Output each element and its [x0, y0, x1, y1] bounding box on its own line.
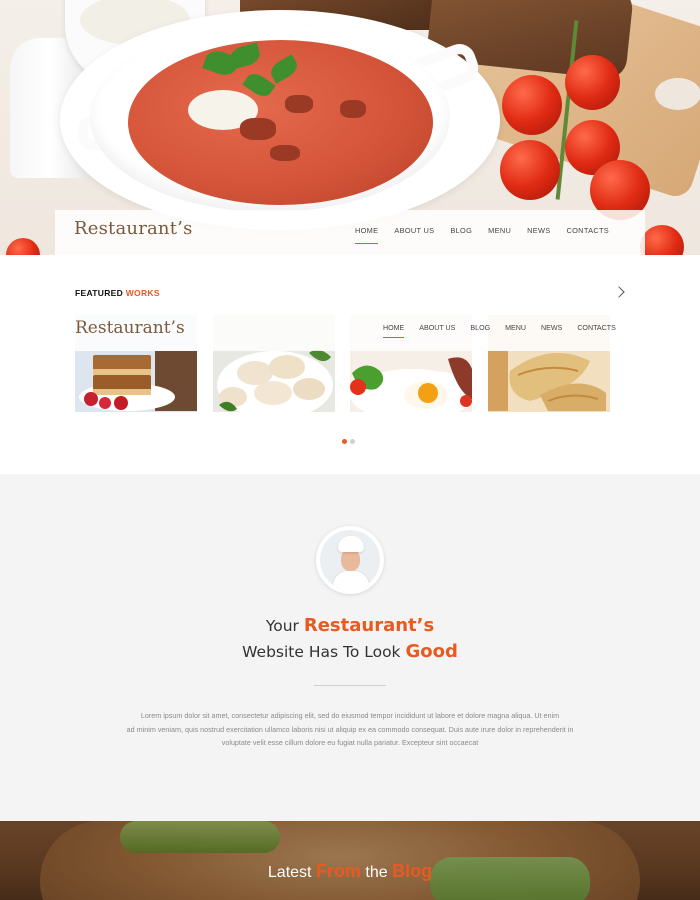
slider-logo: Restaurant’s: [75, 318, 185, 338]
nav-item-contacts[interactable]: CONTACTS: [567, 226, 610, 241]
site-header: Restaurant’s HOME ABOUT US BLOG MENU NEW…: [55, 210, 645, 255]
slider-nav-about-us: ABOUT US: [419, 324, 456, 332]
slider-nav-news: NEWS: [541, 324, 563, 332]
thumbnail-top-fade: [213, 315, 335, 351]
about-paragraph-line-3: voluptate velit esse cillum dolore eu fu…: [221, 738, 479, 747]
nav-item-about-us[interactable]: ABOUT US: [394, 226, 434, 241]
chef-face: [341, 549, 360, 571]
cutting-board-hole: [655, 78, 700, 110]
cherry-tomato: [502, 75, 562, 135]
nav-item-blog[interactable]: BLOG: [450, 226, 472, 241]
carousel-dots: [342, 439, 355, 444]
about-headline-line-2: Website Has To Look Good: [0, 641, 700, 662]
slider-nav-blog: BLOG: [470, 324, 491, 332]
slider-nav-menu: MENU: [505, 324, 527, 332]
about-paragraph-line-1: Lorem ipsum dolor sit amet, consectetur …: [140, 711, 560, 720]
slider-nav-contacts: CONTACTS: [577, 324, 616, 332]
headline-line2-accent: Good: [405, 641, 458, 662]
blog-title-part-1: Latest: [267, 864, 316, 881]
about-section: Your Restaurant’s Website Has To Look Go…: [0, 474, 700, 821]
hero-banner: Restaurant’s HOME ABOUT US BLOG MENU NEW…: [0, 0, 700, 255]
cherry-tomato: [565, 55, 620, 110]
blog-title-part-2: the: [360, 864, 393, 881]
thumbnail-top-fade: [488, 315, 610, 351]
meat-piece: [240, 118, 276, 140]
chef-jacket: [332, 570, 370, 590]
featured-works-title: FEATURED WORKS: [75, 288, 160, 298]
featured-title-prefix: FEATURED: [75, 288, 126, 298]
thumbnail-dumplings[interactable]: [213, 315, 335, 412]
blog-title-accent-2: Blog: [392, 861, 433, 881]
headline-line1-accent: Restaurant’s: [303, 615, 435, 636]
site-logo[interactable]: Restaurant’s: [74, 218, 193, 239]
headline-line1-prefix: Your: [265, 617, 304, 635]
featured-title-accent: WORKS: [125, 288, 160, 298]
slider-nav-home: HOME: [383, 324, 405, 338]
divider: [314, 685, 386, 686]
thumbnail-top-fade: [350, 315, 472, 351]
cherry-tomato: [500, 140, 560, 200]
meat-piece: [340, 100, 366, 118]
chef-avatar-inner: [320, 530, 380, 590]
cherry-tomato: [640, 225, 684, 255]
blog-title: Latest From the Blog: [0, 861, 700, 882]
chef-hat-icon: [338, 536, 364, 552]
nav-item-menu[interactable]: MENU: [488, 226, 511, 241]
nav-item-news[interactable]: NEWS: [527, 226, 550, 241]
about-paragraph-line-2: ad minim veniam, quis nostrud exercitati…: [126, 724, 574, 734]
blog-title-accent-1: From: [315, 861, 361, 881]
nav-item-home[interactable]: HOME: [354, 226, 379, 244]
meat-piece: [270, 145, 300, 161]
carousel-dot-2[interactable]: [350, 439, 355, 444]
meat-piece: [285, 95, 313, 113]
about-paragraph: Lorem ipsum dolor sit amet, consectetur …: [110, 709, 590, 750]
chef-avatar: [316, 526, 384, 594]
chevron-right-icon[interactable]: [612, 285, 628, 301]
carousel-dot-1[interactable]: [342, 439, 347, 444]
slider-nav: HOME ABOUT US BLOG MENU NEWS CONTACTS: [383, 324, 616, 338]
about-headline-line-1: Your Restaurant’s: [0, 615, 700, 636]
cherry-tomato: [6, 238, 40, 255]
headline-line2-prefix: Website Has To Look: [242, 643, 406, 661]
main-nav: HOME ABOUT US BLOG MENU NEWS CONTACTS: [354, 226, 610, 244]
